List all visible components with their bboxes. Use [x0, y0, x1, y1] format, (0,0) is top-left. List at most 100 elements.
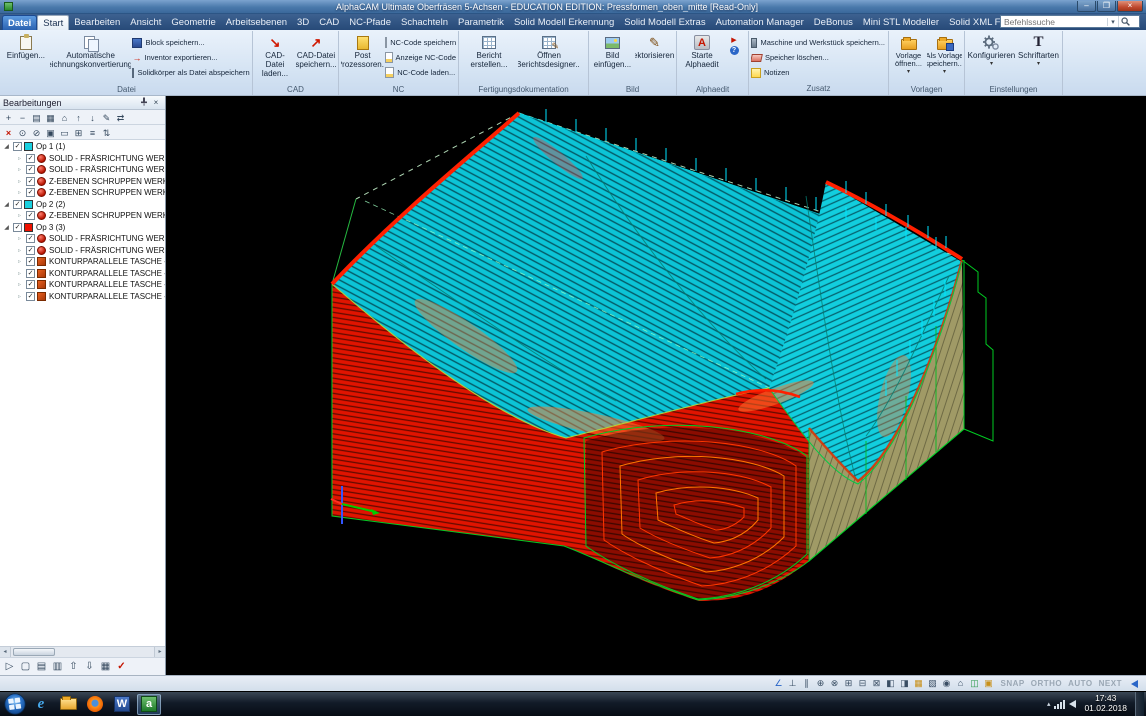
disable-icon[interactable]: ⊘	[30, 126, 43, 139]
ribbon-tab[interactable]: Bearbeiten	[69, 15, 125, 30]
checkbox[interactable]: ✓	[26, 211, 35, 220]
stock-icon[interactable]: ▢	[18, 659, 33, 674]
nc-code-speichern-button[interactable]: NC-Code speichern...	[385, 36, 456, 49]
expand-icon[interactable]: ▹	[15, 270, 24, 277]
target-icon[interactable]: ◉	[940, 677, 954, 690]
tree-item[interactable]: ▹✓KONTURPARALLELE TASCHE - SCH	[0, 279, 165, 291]
collapse-icon[interactable]: −	[16, 111, 29, 124]
scrollbar-thumb[interactable]	[13, 648, 55, 656]
taskbar-file-explorer[interactable]	[56, 694, 80, 715]
volume-icon[interactable]	[1069, 700, 1076, 708]
cad-datei-laden-button[interactable]: ↘ CAD-Datei laden...	[255, 32, 295, 85]
show-hidden-icons[interactable]: ▴	[1047, 700, 1051, 708]
maximize-button[interactable]: ❐	[1097, 1, 1116, 12]
speicher-loeschen-button[interactable]: Speicher löschen...	[751, 51, 885, 64]
start-button[interactable]	[4, 693, 26, 715]
expand-icon[interactable]: ◢	[2, 224, 11, 231]
columns-icon[interactable]: ▥	[50, 659, 65, 674]
expand-icon[interactable]: ▹	[15, 293, 24, 300]
tree-item[interactable]: ▹✓Z-EBENEN SCHRUPPEN WERKZEU	[0, 210, 165, 222]
schriftarten-button[interactable]: T Schriftarten ▾	[1017, 32, 1060, 85]
search-icon[interactable]	[1118, 16, 1131, 27]
vorlage-oeffnen-button[interactable]: Vorlage öffnen... ▾	[891, 32, 926, 85]
snap-intersection-icon[interactable]: ⊗	[828, 677, 842, 690]
checkbox[interactable]: ✓	[26, 246, 35, 255]
cad-datei-speichern-button[interactable]: ↗ CAD-Datei speichern...	[296, 32, 336, 85]
ribbon-tab[interactable]: Solid Modell Extras	[619, 15, 710, 30]
grid-minus-icon[interactable]: ⊟	[856, 677, 870, 690]
search-dropdown-icon[interactable]: ▾	[1107, 18, 1118, 26]
tree-item[interactable]: ◢✓Op 1 (1)	[0, 141, 165, 153]
checkbox[interactable]: ✓	[26, 292, 35, 301]
berichtsdesigner-button[interactable]: ✎ Öffnen Berichtsdesigner...	[518, 32, 580, 85]
taskbar-clock[interactable]: 17:43 01.02.2018	[1084, 694, 1127, 714]
window-icon[interactable]: ◫	[968, 677, 982, 690]
expand-icon[interactable]: +	[2, 111, 15, 124]
help-icon[interactable]: ?	[730, 46, 739, 55]
raise-icon[interactable]: ⇧	[66, 659, 81, 674]
edit-icon[interactable]: ✎	[100, 111, 113, 124]
taskbar-firefox[interactable]	[83, 694, 107, 715]
half-right-icon[interactable]: ◨	[898, 677, 912, 690]
checkbox[interactable]: ✓	[13, 142, 22, 151]
alphaedit-run-icon[interactable]: ▶	[731, 36, 736, 44]
tree-item[interactable]: ▹✓Z-EBENEN SCHRUPPEN WERKZEU	[0, 176, 165, 188]
block-speichern-button[interactable]: Block speichern...	[132, 36, 250, 49]
expand-icon[interactable]: ▹	[15, 235, 24, 242]
home-icon[interactable]: ⌂	[954, 677, 968, 690]
network-icon[interactable]	[1054, 700, 1065, 709]
expand-icon[interactable]: ▹	[15, 189, 24, 196]
panel-header[interactable]: Bearbeitungen ×	[0, 96, 165, 110]
inventor-exportieren-button[interactable]: → Inventor exportieren...	[132, 51, 250, 64]
nc-code-laden-button[interactable]: NC-Code laden...	[385, 66, 456, 79]
checkbox[interactable]: ✓	[26, 269, 35, 278]
ribbon-tab[interactable]: Start	[37, 15, 69, 30]
reorder-icon[interactable]: ⇄	[114, 111, 127, 124]
ribbon-tab[interactable]: DeBonus	[809, 15, 858, 30]
perpendicular-icon[interactable]: ⊥	[786, 677, 800, 690]
expand-icon[interactable]: ▹	[15, 166, 24, 173]
search-input[interactable]	[1001, 17, 1107, 27]
notizen-button[interactable]: Notizen	[751, 66, 885, 79]
solidkoerper-abspeichern-button[interactable]: Solidkörper als Datei abspeichern...	[132, 66, 250, 79]
viewport-3d[interactable]	[166, 96, 1146, 675]
pin-icon[interactable]	[138, 97, 150, 108]
checkbox[interactable]: ✓	[26, 154, 35, 163]
mode-auto[interactable]: AUTO	[1068, 679, 1093, 688]
als-vorlage-speichern-button[interactable]: Als Vorlage speichern... ▾	[927, 32, 962, 85]
tree-item[interactable]: ▹✓Z-EBENEN SCHRUPPEN WERKZEU	[0, 187, 165, 199]
minimize-button[interactable]: –	[1077, 1, 1096, 12]
ribbon-tab[interactable]: Solid Modell Erkennung	[509, 15, 619, 30]
bild-einfuegen-button[interactable]: Bild einfügen...	[591, 32, 634, 85]
snap-center-icon[interactable]: ⊕	[814, 677, 828, 690]
expand-icon[interactable]: ▹	[15, 258, 24, 265]
ribbon-tab[interactable]: Mini STL Modeller	[858, 15, 944, 30]
expand-icon[interactable]: ▹	[15, 178, 24, 185]
select-icon[interactable]: ⊙	[16, 126, 29, 139]
einfuegen-button[interactable]: Einfügen...	[3, 32, 49, 85]
expand-icon[interactable]: ◢	[2, 201, 11, 208]
taskbar-internet-explorer[interactable]: e	[29, 694, 53, 715]
ribbon-tab[interactable]: CAD	[314, 15, 344, 30]
tree-item[interactable]: ▹✓KONTURPARALLELE TASCHE - SCH	[0, 256, 165, 268]
ribbon-tab[interactable]: Datei	[2, 15, 37, 30]
checkbox[interactable]: ✓	[26, 257, 35, 266]
check-icon[interactable]: ✓	[114, 659, 129, 674]
angle-icon[interactable]: ∠	[772, 677, 786, 690]
mode-ortho[interactable]: ORTHO	[1031, 679, 1062, 688]
scroll-left-icon[interactable]: ◂	[0, 647, 11, 657]
checkbox[interactable]: ✓	[26, 177, 35, 186]
tree-item[interactable]: ◢✓Op 2 (2)	[0, 199, 165, 211]
move-down-icon[interactable]: ↓	[86, 111, 99, 124]
tree-item[interactable]: ▹✓SOLID - FRÄSRICHTUNG WERKZE	[0, 164, 165, 176]
flat-icon[interactable]: ▭	[58, 126, 71, 139]
ribbon-tab[interactable]: Parametrik	[453, 15, 509, 30]
close-button[interactable]: ×	[1117, 1, 1143, 12]
show-desktop-button[interactable]	[1135, 692, 1144, 716]
expand-icon[interactable]: ▹	[15, 281, 24, 288]
ribbon-tab[interactable]: Arbeitsebenen	[221, 15, 292, 30]
mesh-icon[interactable]: ▦	[98, 659, 113, 674]
snap-box-icon[interactable]: ⊠	[870, 677, 884, 690]
square-icon[interactable]: ▣	[982, 677, 996, 690]
taskbar-alphacam[interactable]: a	[137, 694, 161, 715]
